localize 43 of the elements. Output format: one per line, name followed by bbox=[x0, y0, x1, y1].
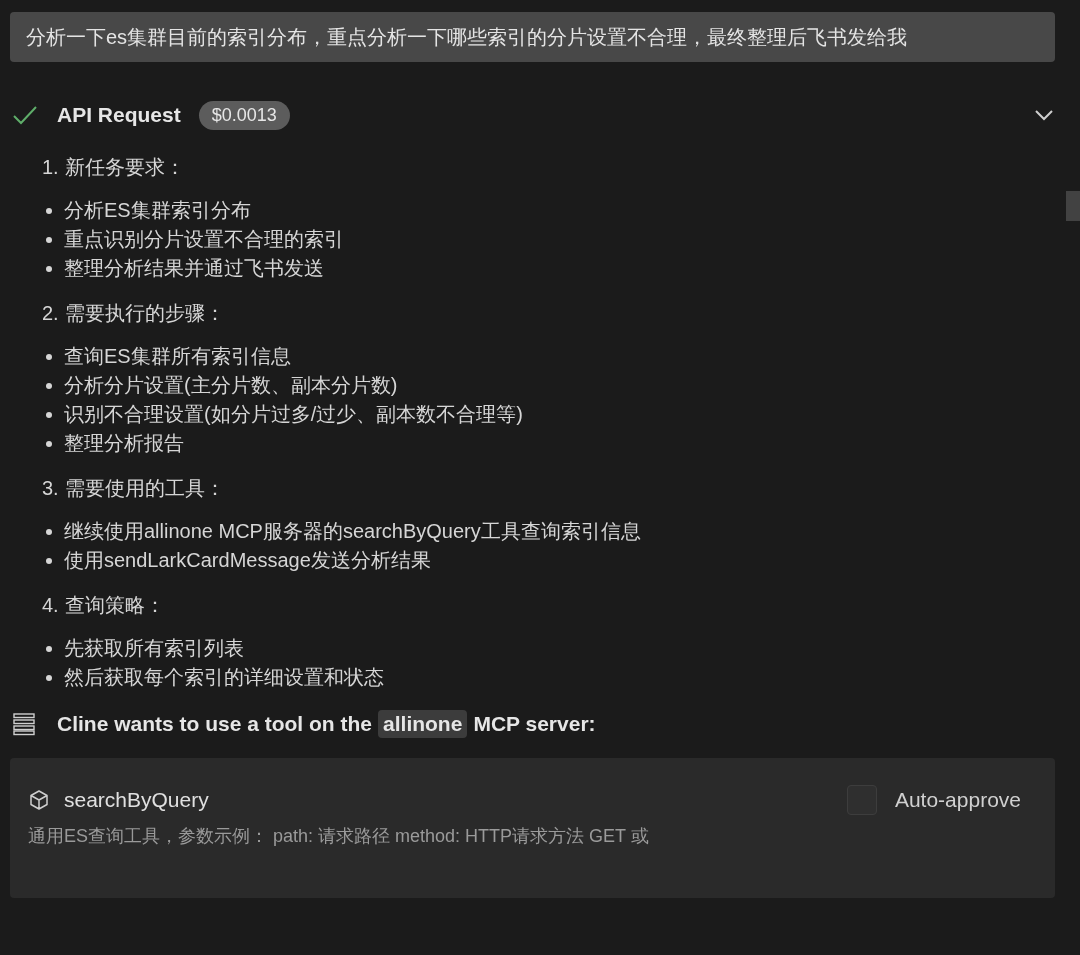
bullet-icon bbox=[46, 645, 52, 652]
tool-description: 通用ES查询工具，参数示例： path: 请求路径 method: HTTP请求方法 GET 或 bbox=[28, 825, 650, 848]
bullet-icon bbox=[46, 265, 52, 272]
section-heading: 需要执行的步骤： bbox=[64, 300, 225, 326]
server-name-chip: allinone bbox=[378, 710, 468, 738]
tool-request-text: MCP server: bbox=[473, 712, 596, 736]
bullet-icon bbox=[46, 411, 52, 418]
api-request-title: API Request bbox=[57, 103, 181, 127]
bullet-text: 整理分析报告 bbox=[64, 431, 184, 456]
bullet-icon bbox=[46, 207, 52, 214]
bullet-text: 继续使用allinone MCP服务器的searchByQuery工具查询索引信息 bbox=[64, 519, 641, 544]
bullet-text: 然后获取每个索引的详细设置和状态 bbox=[64, 665, 384, 690]
user-message: 分析一下es集群目前的索引分布，重点分析一下哪些索引的分片设置不合理，最终整理后飞书发给我 bbox=[10, 12, 1055, 62]
bullet-text: 重点识别分片设置不合理的索引 bbox=[64, 227, 344, 252]
scrollbar-thumb[interactable] bbox=[1066, 191, 1080, 221]
list-number: 2. bbox=[42, 301, 59, 325]
bullet-text: 识别不合理设置(如分片过多/过少、副本数不合理等) bbox=[64, 402, 523, 427]
cube-icon bbox=[28, 789, 50, 811]
list-number: 3. bbox=[42, 476, 59, 500]
tool-request-text: Cline wants to use a tool on the bbox=[57, 712, 373, 736]
bullet-icon bbox=[46, 674, 52, 681]
cost-badge: $0.0013 bbox=[198, 100, 290, 130]
bullet-text: 使用sendLarkCardMessage发送分析结果 bbox=[64, 548, 431, 573]
bullet-text: 整理分析结果并通过飞书发送 bbox=[64, 256, 324, 281]
list-number: 4. bbox=[42, 593, 59, 617]
server-icon bbox=[12, 712, 36, 736]
bullet-icon bbox=[46, 382, 52, 389]
chevron-down-icon[interactable] bbox=[1034, 109, 1054, 121]
section-heading: 查询策略： bbox=[64, 592, 165, 618]
bullet-icon bbox=[46, 353, 52, 360]
list-number: 1. bbox=[42, 155, 59, 179]
bullet-text: 先获取所有索引列表 bbox=[64, 636, 244, 661]
bullet-text: 分析分片设置(主分片数、副本分片数) bbox=[64, 373, 398, 398]
bullet-text: 分析ES集群索引分布 bbox=[64, 198, 251, 223]
bullet-icon bbox=[46, 440, 52, 447]
bullet-icon bbox=[46, 557, 52, 564]
auto-approve-label[interactable]: Auto-approve bbox=[894, 788, 1021, 812]
section-heading: 新任务要求： bbox=[64, 154, 185, 180]
tool-name: searchByQuery bbox=[64, 788, 209, 812]
bullet-icon bbox=[46, 236, 52, 243]
bullet-text: 查询ES集群所有索引信息 bbox=[64, 344, 291, 369]
section-heading: 需要使用的工具： bbox=[64, 475, 225, 501]
bullet-icon bbox=[46, 528, 52, 535]
